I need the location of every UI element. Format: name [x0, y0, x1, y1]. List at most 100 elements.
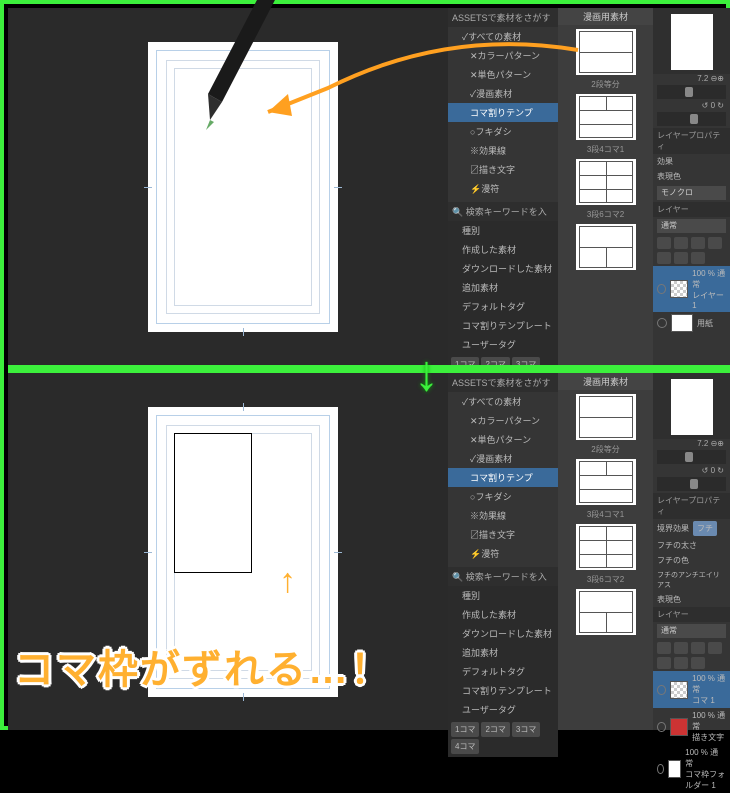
- canvas-area-bottom[interactable]: [8, 373, 448, 730]
- layer-btn-7[interactable]: [691, 252, 705, 264]
- canvas-paper[interactable]: [148, 42, 338, 332]
- tree-fukidashi-b[interactable]: ○フキダシ: [448, 487, 558, 506]
- thumbs-header: 漫画用素材: [558, 8, 653, 25]
- tree-manpu-b[interactable]: ⚡漫符: [448, 544, 558, 563]
- tree-mono[interactable]: ✕単色パターン: [448, 65, 558, 84]
- thumb-cap-2: 3段6コマ2: [558, 209, 653, 220]
- blend-select[interactable]: 通常: [657, 219, 726, 233]
- filter-usertag[interactable]: ユーザータグ: [448, 335, 558, 354]
- colormode-select[interactable]: モノクロ: [657, 186, 726, 200]
- navigator[interactable]: [653, 8, 730, 74]
- filter-komawari[interactable]: コマ割りテンプレート: [448, 316, 558, 335]
- visibility-icon[interactable]: [657, 764, 664, 774]
- layer-toolbar: [653, 235, 730, 266]
- filter-usertag-b[interactable]: ユーザータグ: [448, 700, 558, 719]
- layer-btn-4[interactable]: [708, 237, 722, 249]
- thumb-2dan[interactable]: [576, 29, 636, 75]
- layer-btn-b5[interactable]: [657, 657, 671, 669]
- layer-property-header: レイヤープロパティ: [653, 128, 730, 154]
- tree-color-b[interactable]: ✕カラーパターン: [448, 411, 558, 430]
- tree-manga[interactable]: ✓漫画素材: [448, 84, 558, 103]
- tree-mono-b[interactable]: ✕単色パターン: [448, 430, 558, 449]
- tree-all[interactable]: ✓すべての素材: [448, 27, 558, 46]
- layer-btn-2[interactable]: [674, 237, 688, 249]
- thumb-3dan6[interactable]: [576, 159, 636, 205]
- tree-koma-template[interactable]: コマ割りテンプ: [448, 103, 558, 122]
- search-input-b[interactable]: 🔍 検索キーワードを入: [448, 567, 558, 586]
- thumb-extra[interactable]: [576, 224, 636, 270]
- tree-moji-b[interactable]: 〼描き文字: [448, 525, 558, 544]
- thumb-2dan-b[interactable]: [576, 394, 636, 440]
- assets-header-b[interactable]: ASSETSで素材をさがす: [448, 373, 558, 392]
- layer-btn-6[interactable]: [674, 252, 688, 264]
- tag-4koma-b[interactable]: 4コマ: [451, 739, 479, 754]
- layer-btn-b3[interactable]: [691, 642, 705, 654]
- layer-header: レイヤー: [653, 202, 730, 217]
- border-color-label: フチの色: [657, 555, 689, 566]
- misaligned-frame: [174, 433, 252, 573]
- layer-row-paper[interactable]: 用紙: [653, 312, 730, 334]
- zoom-slider-b[interactable]: [657, 450, 726, 464]
- assets-header[interactable]: ASSETSで素材をさがす: [448, 8, 558, 27]
- tree-manpu[interactable]: ⚡漫符: [448, 179, 558, 198]
- border-effect-label: 境界効果: [657, 523, 689, 534]
- thumb-cap-2b: 3段6コマ2: [558, 574, 653, 585]
- search-input[interactable]: 🔍 検索キーワードを入: [448, 202, 558, 221]
- filter-shubetsu-b[interactable]: 種別: [448, 586, 558, 605]
- filter-download-b[interactable]: ダウンロードした素材: [448, 624, 558, 643]
- filter-komawari-b[interactable]: コマ割りテンプレート: [448, 681, 558, 700]
- thumb-3dan6-b[interactable]: [576, 524, 636, 570]
- layer-btn-1[interactable]: [657, 237, 671, 249]
- rotate-slider[interactable]: [657, 112, 726, 126]
- tree-color[interactable]: ✕カラーパターン: [448, 46, 558, 65]
- tree-all-b[interactable]: ✓すべての素材: [448, 392, 558, 411]
- material-tree-panel-b: ASSETSで素材をさがす ✓すべての素材 ✕カラーパターン ✕単色パターン ✓…: [448, 373, 558, 730]
- filter-tsuika-b[interactable]: 追加素材: [448, 643, 558, 662]
- colormode-label-b: 表現色: [657, 594, 681, 605]
- layer-btn-b7[interactable]: [691, 657, 705, 669]
- layer-row-folder[interactable]: 100 % 通常コマ枠フォルダー 1: [653, 745, 730, 793]
- canvas-area-top[interactable]: [8, 8, 448, 365]
- thumb-cap-1b: 3段4コマ1: [558, 509, 653, 520]
- tree-koma-template-b[interactable]: コマ割りテンプ: [448, 468, 558, 487]
- zoom-slider[interactable]: [657, 85, 726, 99]
- layer-btn-5[interactable]: [657, 252, 671, 264]
- layer-row-koma[interactable]: 100 % 通常コマ 1: [653, 671, 730, 708]
- thumb-cap-1: 3段4コマ1: [558, 144, 653, 155]
- tree-fukidashi[interactable]: ○フキダシ: [448, 122, 558, 141]
- filter-deftag-b[interactable]: デフォルトタグ: [448, 662, 558, 681]
- layer-btn-3[interactable]: [691, 237, 705, 249]
- thumb-cap-0b: 2段等分: [558, 444, 653, 455]
- filter-tsuika[interactable]: 追加素材: [448, 278, 558, 297]
- visibility-icon[interactable]: [657, 318, 667, 328]
- tree-koukasen-b[interactable]: ※効果線: [448, 506, 558, 525]
- layer-btn-b6[interactable]: [674, 657, 688, 669]
- filter-sakusei-b[interactable]: 作成した素材: [448, 605, 558, 624]
- filter-download[interactable]: ダウンロードした素材: [448, 259, 558, 278]
- thumb-cap-0: 2段等分: [558, 79, 653, 90]
- visibility-icon[interactable]: [657, 722, 666, 732]
- layer-toolbar-b: [653, 640, 730, 671]
- tree-moji[interactable]: 〼描き文字: [448, 160, 558, 179]
- layer-btn-b2[interactable]: [674, 642, 688, 654]
- thumb-extra-b[interactable]: [576, 589, 636, 635]
- layer-btn-b1[interactable]: [657, 642, 671, 654]
- layer-row-1[interactable]: 100 % 通常レイヤー 1: [653, 266, 730, 312]
- thumb-3dan4-b[interactable]: [576, 459, 636, 505]
- layer-btn-b4[interactable]: [708, 642, 722, 654]
- rotate-slider-b[interactable]: [657, 477, 726, 491]
- canvas-paper-bottom[interactable]: [148, 407, 338, 697]
- filter-sakusei[interactable]: 作成した素材: [448, 240, 558, 259]
- layer-row-moji[interactable]: 100 % 通常描き文字: [653, 708, 730, 745]
- navigator-b[interactable]: [653, 373, 730, 439]
- border-btn[interactable]: フチ: [693, 521, 717, 536]
- filter-shubetsu[interactable]: 種別: [448, 221, 558, 240]
- visibility-icon[interactable]: [657, 685, 666, 695]
- material-thumbs-panel: 漫画用素材 2段等分 3段4コマ1: [558, 8, 653, 365]
- thumb-3dan4[interactable]: [576, 94, 636, 140]
- blend-select-b[interactable]: 通常: [657, 624, 726, 638]
- filter-deftag[interactable]: デフォルトタグ: [448, 297, 558, 316]
- visibility-icon[interactable]: [657, 284, 666, 294]
- tree-manga-b[interactable]: ✓漫画素材: [448, 449, 558, 468]
- tree-koukasen[interactable]: ※効果線: [448, 141, 558, 160]
